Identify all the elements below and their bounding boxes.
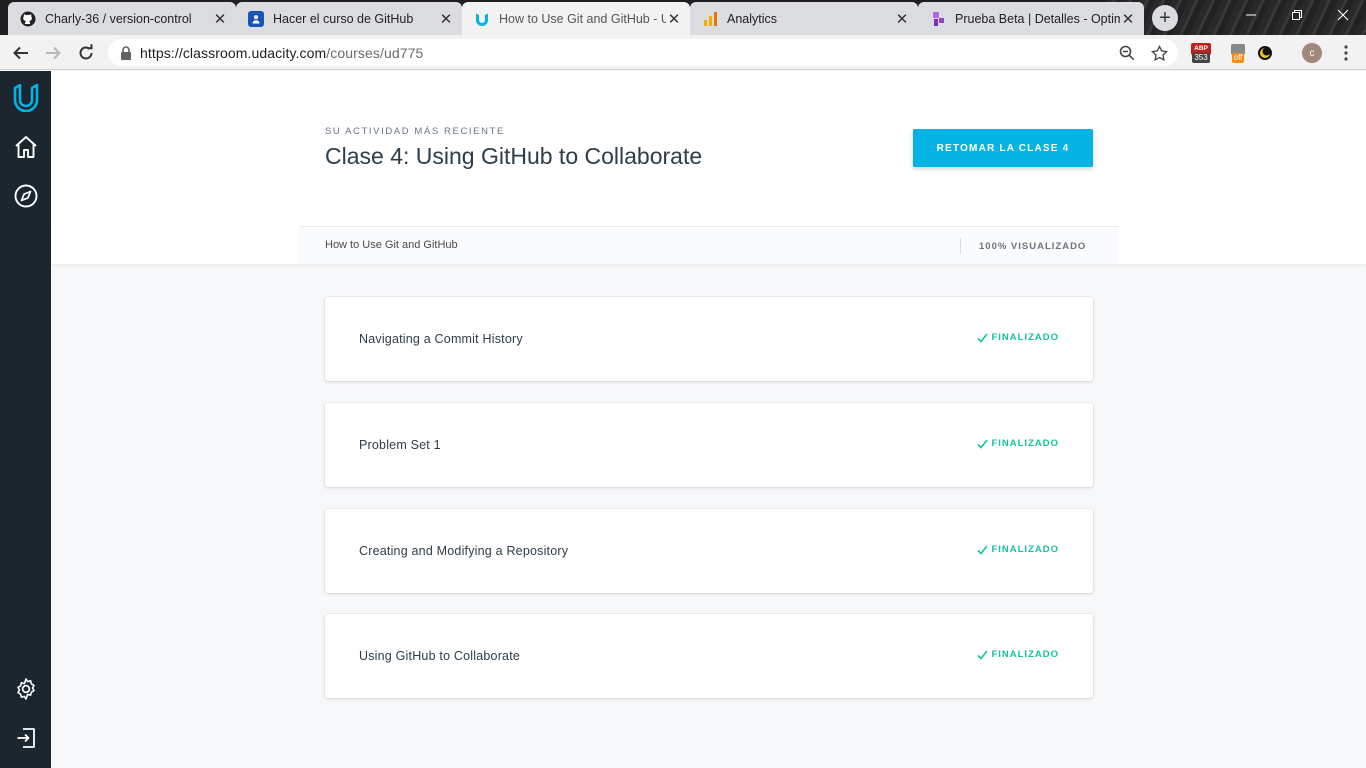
url-host: https://classroom.udacity.com: [140, 44, 327, 61]
checkmark-icon: [977, 650, 989, 660]
close-window-button[interactable]: [1320, 0, 1366, 30]
lesson-title: Problem Set 1: [359, 438, 441, 452]
more-vert-icon: [1344, 45, 1348, 61]
close-icon[interactable]: ✕: [666, 11, 682, 28]
lesson-card[interactable]: Navigating a Commit History FINALIZADO: [325, 297, 1093, 381]
tab-title: Hacer el curso de GitHub: [273, 11, 414, 26]
tab-title: Analytics: [727, 11, 778, 26]
zoom-icon[interactable]: [1118, 44, 1136, 62]
page-title: Clase 4: Using GitHub to Collaborate: [325, 143, 703, 169]
new-tab-button[interactable]: +: [1152, 5, 1178, 31]
lesson-title: Using GitHub to Collaborate: [359, 649, 521, 663]
checkmark-icon: [977, 333, 989, 343]
status-label: FINALIZADO: [991, 649, 1059, 660]
tab-github-course[interactable]: Hacer el curso de GitHub ✕: [236, 2, 462, 35]
avatar: c: [1302, 43, 1322, 63]
divider: [960, 238, 961, 254]
optimize-icon: [930, 11, 946, 27]
tab-udacity[interactable]: How to Use Git and GitHub - U ✕: [462, 2, 690, 35]
back-button[interactable]: [8, 40, 34, 66]
tab-analytics[interactable]: Analytics ✕: [690, 2, 918, 35]
progress-value: 100% VISUALIZADO: [979, 241, 1087, 252]
url-path: /courses/ud775: [326, 44, 424, 61]
lesson-title: Navigating a Commit History: [359, 332, 523, 346]
url-text: https://classroom.udacity.com/courses/ud…: [140, 45, 423, 61]
tab-title: How to Use Git and GitHub - U: [499, 11, 666, 26]
course-name[interactable]: How to Use Git and GitHub: [325, 239, 458, 251]
reload-button[interactable]: [73, 40, 99, 66]
lock-icon: [121, 45, 131, 60]
browser-tab-strip: Charly-36 / version-control ✕ Hacer el c…: [0, 0, 1366, 35]
udacity-logo-icon[interactable]: [11, 83, 41, 113]
home-icon[interactable]: [11, 132, 41, 162]
lesson-card[interactable]: Creating and Modifying a Repository FINA…: [325, 509, 1093, 593]
udacity-icon: [474, 11, 490, 27]
tab-title: Charly-36 / version-control: [45, 11, 192, 26]
arrow-left-icon: [13, 46, 28, 60]
status-label: FINALIZADO: [991, 332, 1059, 343]
profile-avatar[interactable]: c: [1302, 42, 1322, 64]
tab-optimize[interactable]: Prueba Beta | Detalles - Optim ✕: [918, 2, 1144, 35]
browser-toolbar: https://classroom.udacity.com/courses/ud…: [0, 35, 1366, 70]
lesson-title: Creating and Modifying a Repository: [359, 544, 569, 558]
recent-activity-label: SU ACTIVIDAD MÁS RECIENTE: [325, 126, 505, 137]
contact-icon: [248, 10, 264, 27]
status-label: FINALIZADO: [991, 438, 1059, 449]
udacity-sidebar: [0, 71, 51, 768]
reload-icon: [79, 44, 93, 60]
browser-menu-button[interactable]: [1336, 42, 1356, 64]
minimize-button[interactable]: [1228, 0, 1274, 30]
course-progress-inner: How to Use Git and GitHub 100% VISUALIZA…: [299, 226, 1119, 264]
arrow-right-icon: [46, 46, 61, 60]
recent-activity-header: SU ACTIVIDAD MÁS RECIENTE Clase 4: Using…: [51, 71, 1366, 226]
adblock-count-badge: 353: [1192, 53, 1210, 63]
forward-button[interactable]: [40, 40, 66, 66]
logout-icon[interactable]: [11, 723, 41, 753]
close-icon[interactable]: ✕: [212, 11, 228, 28]
checkmark-icon: [977, 545, 989, 555]
lesson-card[interactable]: Problem Set 1 FINALIZADO: [325, 403, 1093, 487]
analytics-icon: [702, 11, 718, 27]
status-label: FINALIZADO: [991, 544, 1059, 555]
moon-circle-icon: [1258, 46, 1272, 60]
lesson-status: FINALIZADO: [977, 438, 1059, 449]
lesson-status: FINALIZADO: [977, 544, 1059, 555]
restore-button[interactable]: [1274, 0, 1320, 30]
address-bar[interactable]: https://classroom.udacity.com/courses/ud…: [108, 39, 1178, 66]
lesson-status: FINALIZADO: [977, 332, 1059, 343]
github-icon: [20, 11, 36, 27]
resume-lesson-button[interactable]: RETOMAR LA CLASE 4: [913, 129, 1093, 167]
star-icon[interactable]: [1150, 44, 1168, 62]
settings-icon[interactable]: [11, 674, 41, 704]
extension-off-button[interactable]: off: [1226, 42, 1250, 64]
extension-circle-button[interactable]: [1256, 42, 1274, 64]
adblock-extension-button[interactable]: ABP 353: [1190, 42, 1212, 64]
checkmark-icon: [977, 439, 989, 449]
close-icon[interactable]: ✕: [1120, 11, 1136, 28]
course-progress-bar: How to Use Git and GitHub 100% VISUALIZA…: [51, 226, 1366, 264]
close-icon[interactable]: ✕: [894, 11, 910, 28]
tab-title: Prueba Beta | Detalles - Optim: [955, 11, 1120, 26]
close-icon[interactable]: ✕: [438, 11, 454, 28]
lesson-card[interactable]: Using GitHub to Collaborate FINALIZADO: [325, 614, 1093, 698]
off-badge: off: [1231, 52, 1245, 63]
tab-github[interactable]: Charly-36 / version-control ✕: [8, 2, 236, 35]
lesson-status: FINALIZADO: [977, 649, 1059, 660]
compass-icon[interactable]: [11, 181, 41, 211]
